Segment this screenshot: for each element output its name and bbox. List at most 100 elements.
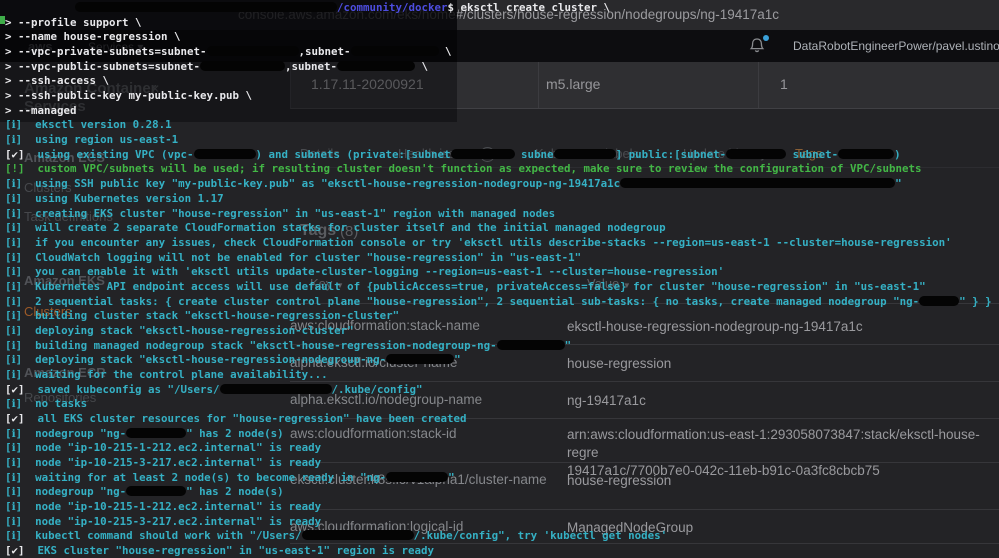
redaction-bar — [386, 472, 448, 482]
terminal-text: \ — [415, 60, 428, 73]
terminal-text: " — [448, 471, 455, 484]
terminal-line-log-nodegroup-2: [ℹ] nodegroup "ng- " has 2 node(s) — [5, 485, 284, 500]
terminal-line-cmd-name: > --name house-regression \ — [5, 30, 181, 45]
redaction-bar — [451, 149, 515, 159]
terminal-text: saved kubeconfig as "/Users/ — [25, 383, 220, 396]
terminal-text: ,subnet- — [285, 60, 337, 73]
terminal-text: [✔] — [5, 412, 25, 425]
terminal-line-log-waiting-nodes: [ℹ] waiting for at least 2 node(s) to be… — [5, 471, 455, 486]
redaction-bar — [386, 354, 454, 364]
redaction-bar — [497, 340, 565, 350]
terminal-line-log-enable-logging: [ℹ] you can enable it with 'eksctl utils… — [5, 265, 724, 280]
terminal-text: using existing VPC (vpc- — [25, 148, 194, 161]
terminal-line-log-node-1a: [ℹ] node "ip-10-215-1-212.ec2.internal" … — [5, 441, 321, 456]
terminal-window[interactable]: /community/docker$ eksctl create cluster… — [0, 0, 999, 558]
terminal-text: [ℹ] node "ip-10-215-1-212.ec2.internal" … — [5, 441, 321, 454]
redaction-bar — [838, 149, 894, 159]
terminal-text: ) and subnets (private:[subnet — [256, 148, 451, 161]
terminal-line-log-deploying-ng: [ℹ] deploying stack "eksctl-house-regres… — [5, 353, 461, 368]
terminal-line-prompt-line: /community/docker$ eksctl create cluster… — [5, 1, 610, 16]
redaction-bar — [919, 296, 959, 306]
terminal-text: > --vpc-private-subnets=subnet- — [5, 45, 207, 58]
terminal-text: [ℹ] you can enable it with 'eksctl utils… — [5, 265, 724, 278]
terminal-text: [ℹ] building cluster stack "eksctl-house… — [5, 309, 399, 322]
terminal-line-log-creating: [ℹ] creating EKS cluster "house-regressi… — [5, 207, 555, 222]
redaction-bar — [337, 61, 415, 71]
terminal-line-log-ready: [✔] EKS cluster "house-regression" in "u… — [5, 544, 434, 558]
terminal-text: [ℹ] CloudWatch logging will not be enabl… — [5, 251, 581, 264]
terminal-text: > --vpc-public-subnets=subnet- — [5, 60, 200, 73]
terminal-text: [ℹ] if you encounter any issues, check C… — [5, 236, 952, 249]
terminal-line-log-vpc: [✔] using existing VPC (vpc- ) and subnet… — [5, 148, 901, 163]
terminal-line-log-ssh-key: [ℹ] using SSH public key "my-public-key.… — [5, 177, 902, 192]
terminal-text: subnet- — [786, 148, 838, 161]
terminal-text: [ℹ] nodegroup "ng- — [5, 427, 126, 440]
redaction-bar — [207, 46, 299, 56]
terminal-text: " has 2 node(s) — [186, 485, 284, 498]
redaction-bar — [126, 428, 186, 438]
terminal-line-log-building-cluster: [ℹ] building cluster stack "eksctl-house… — [5, 309, 399, 324]
terminal-text: [✔] — [5, 544, 25, 557]
terminal-text: [ℹ] no tasks — [5, 397, 87, 410]
terminal-line-cmd-vpc-private: > --vpc-private-subnets=subnet-,subnet- … — [5, 45, 452, 60]
terminal-text: " } } — [959, 295, 992, 308]
terminal-text: /.kube/config" — [332, 383, 423, 396]
terminal-line-log-cloudwatch: [ℹ] CloudWatch logging will not be enabl… — [5, 251, 581, 266]
terminal-text: " — [454, 353, 461, 366]
terminal-text: > --profile support \ — [5, 16, 142, 29]
terminal-line-log-waiting-cp: [ℹ] waiting for the control plane availa… — [5, 368, 328, 383]
terminal-text: [ℹ] deploying stack "eksctl-house-regres… — [5, 324, 354, 337]
terminal-text: [ℹ] kubectl command should work with "/U… — [5, 529, 302, 542]
terminal-line-log-tasks: [ℹ] 2 sequential tasks: { create cluster… — [5, 295, 992, 310]
terminal-line-log-warning: [!] custom VPC/subnets will be used; if … — [5, 162, 922, 177]
terminal-line-log-endpoint: [ℹ] Kubernetes API endpoint access will … — [5, 280, 926, 295]
terminal-text: [ℹ] node "ip-10-215-3-217.ec2.internal" … — [5, 515, 321, 528]
terminal-text: " — [565, 339, 572, 352]
terminal-text: [ℹ] node "ip-10-215-1-212.ec2.internal" … — [5, 500, 321, 513]
terminal-line-cmd-ssh-access: > --ssh-access \ — [5, 74, 109, 89]
redaction-bar — [302, 530, 414, 540]
terminal-line-log-node-2b: [ℹ] node "ip-10-215-3-217.ec2.internal" … — [5, 515, 321, 530]
terminal-text: [!] custom VPC/subnets will be used; if … — [5, 162, 922, 175]
terminal-line-log-kubeconfig: [✔] saved kubeconfig as "/Users/ /.kube/c… — [5, 383, 423, 398]
redaction-bar — [75, 2, 337, 12]
redaction-bar — [194, 149, 256, 159]
terminal-text: all EKS cluster resources for "house-reg… — [25, 412, 467, 425]
terminal-text: [✔] — [5, 148, 25, 161]
terminal-text: [ℹ] eksctl version 0.28.1 — [5, 118, 172, 131]
terminal-line-log-kubectl: [ℹ] kubectl command should work with "/U… — [5, 529, 667, 544]
terminal-line-log-node-2a: [ℹ] node "ip-10-215-1-212.ec2.internal" … — [5, 500, 321, 515]
terminal-line-cmd-profile: > --profile support \ — [5, 16, 142, 31]
terminal-text: " has 2 node(s) — [186, 427, 284, 440]
terminal-text: [ℹ] waiting for at least 2 node(s) to be… — [5, 471, 386, 484]
terminal-text: [ℹ] using region us-east-1 — [5, 133, 178, 146]
redaction-bar — [620, 178, 895, 188]
terminal-line-log-building-ng: [ℹ] building managed nodegroup stack "ek… — [5, 339, 571, 354]
terminal-text: ) — [894, 148, 901, 161]
terminal-line-log-nodegroup-1: [ℹ] nodegroup "ng- " has 2 node(s) — [5, 427, 284, 442]
terminal-text: > --ssh-public-key my-public-key.pub \ — [5, 89, 252, 102]
screen: console.aws.amazon.com/eks/home#/cluster… — [0, 0, 999, 558]
terminal-text: [ℹ] deploying stack "eksctl-house-regres… — [5, 353, 386, 366]
redaction-bar — [351, 46, 439, 56]
terminal-text: [ℹ] node "ip-10-215-3-217.ec2.internal" … — [5, 456, 321, 469]
terminal-line-cmd-vpc-public: > --vpc-public-subnets=subnet- ,subnet- \ — [5, 60, 428, 75]
terminal-text: [ℹ] will create 2 separate CloudFormatio… — [5, 221, 666, 234]
terminal-text: /.kube/config", try 'kubectl get nodes' — [414, 529, 668, 542]
terminal-line-log-all-created: [✔] all EKS cluster resources for "house… — [5, 412, 467, 427]
terminal-text: [ℹ] using SSH public key "my-public-key.… — [5, 177, 620, 190]
terminal-line-log-node-1b: [ℹ] node "ip-10-215-3-217.ec2.internal" … — [5, 456, 321, 471]
terminal-text: " — [895, 177, 902, 190]
terminal-text: [✔] — [5, 383, 25, 396]
terminal-text: [ℹ] using Kubernetes version 1.17 — [5, 192, 224, 205]
terminal-text: $ eksctl create cluster \ — [448, 1, 611, 14]
terminal-text: > --name house-regression \ — [5, 30, 181, 43]
terminal-text: > --ssh-access \ — [5, 74, 109, 87]
terminal-text: ,subnet- — [299, 45, 351, 58]
redaction-bar — [220, 384, 332, 394]
terminal-text: [ℹ] nodegroup "ng- — [5, 485, 126, 498]
terminal-line-log-deploying-cluster: [ℹ] deploying stack "eksctl-house-regres… — [5, 324, 354, 339]
redaction-bar — [726, 149, 786, 159]
redaction-bar — [200, 61, 285, 71]
terminal-text: [ℹ] 2 sequential tasks: { create cluster… — [5, 295, 919, 308]
